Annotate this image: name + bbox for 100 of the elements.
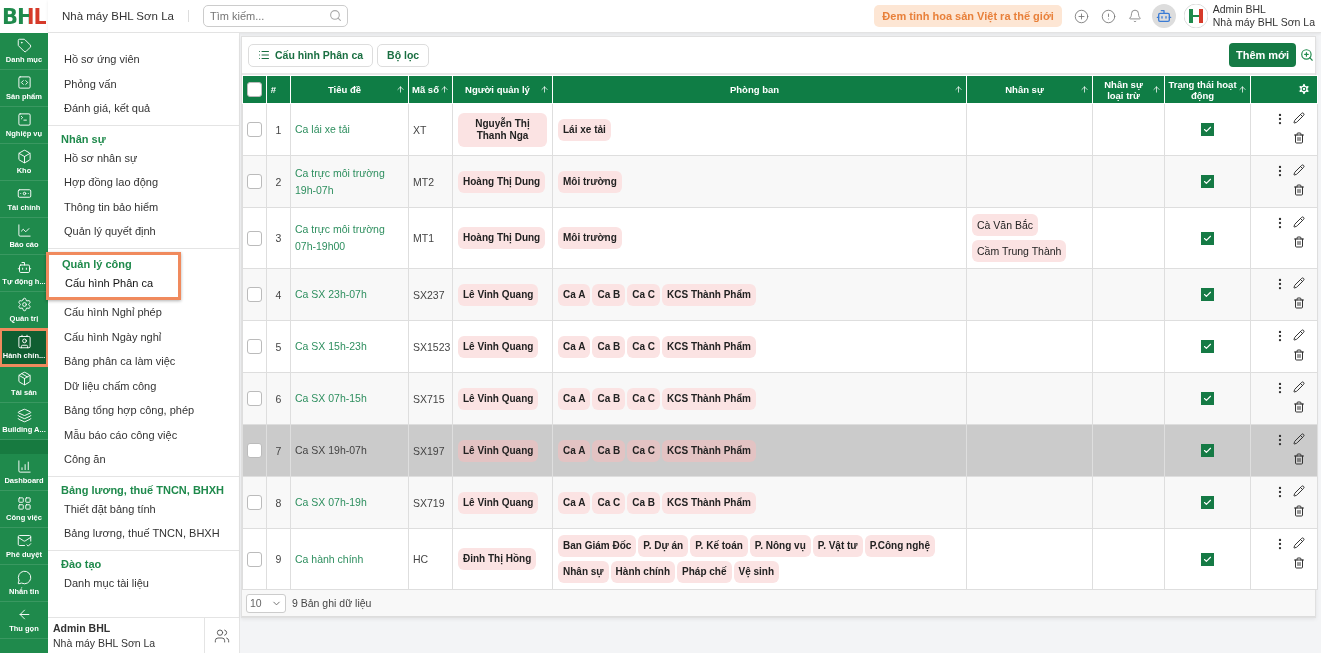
table-row[interactable]: 9 Ca hành chính HC Đinh Thị Hồng Ban Giám Đốc P. Dự án P. Kế toán P. Nông vụ P. Vật tư P.Công nghệ Nhân sự Hành chính Pháp chế Vệ sinh	[242, 528, 1318, 590]
filter-button[interactable]: Bộ lọc	[377, 43, 430, 67]
check-icon	[1203, 394, 1212, 403]
department-tag: Ca A	[558, 335, 591, 358]
zoom-in-icon[interactable]	[1300, 48, 1314, 62]
bell-icon[interactable]	[1127, 9, 1142, 23]
row-checkbox[interactable]	[247, 122, 262, 137]
department-tag: Ca C	[592, 491, 626, 514]
view-button[interactable]: Cấu hình Phân ca	[248, 43, 374, 67]
menu-item[interactable]: Bảng tổng hợp công, phép	[48, 398, 239, 423]
table-row[interactable]: 4 Ca SX 23h-07h SX237 Lê Vinh Quang Ca A Ca B Ca C KCS Thành Phẩm	[242, 268, 1318, 321]
menu-item[interactable]: Cấu hình Phân ca	[49, 270, 178, 295]
menu-item[interactable]: Cấu hình Nghỉ phép	[48, 300, 239, 325]
department-tag: Ca B	[592, 283, 626, 306]
box-icon	[16, 371, 32, 386]
status-checkbox[interactable]	[1201, 340, 1214, 353]
row-checkbox[interactable]	[247, 391, 262, 406]
manager-tag: Đinh Thị Hồng	[458, 548, 537, 570]
money-icon	[16, 186, 32, 201]
alert-icon[interactable]	[1100, 8, 1116, 24]
status-checkbox[interactable]	[1201, 552, 1214, 566]
manager-tag: Lê Vinh Quang	[458, 283, 539, 306]
menu-item[interactable]: Hợp đồng lao động	[48, 170, 239, 195]
settings-icon[interactable]	[1297, 81, 1311, 96]
status-checkbox[interactable]	[1201, 231, 1214, 245]
sort-icon[interactable]	[440, 85, 449, 94]
column-header[interactable]: Trạng thái hoạt động	[1164, 75, 1251, 104]
sort-icon[interactable]	[954, 85, 963, 94]
status-checkbox[interactable]	[1201, 392, 1214, 405]
table-row[interactable]: 5 Ca SX 15h-23h SX1523 Lê Vinh Quang Ca A Ca B Ca C KCS Thành Phẩm	[242, 320, 1318, 373]
status-checkbox[interactable]	[1201, 175, 1214, 188]
table-row[interactable]: 8 Ca SX 07h-19h SX719 Lê Vinh Quang Ca A Ca C Ca B KCS Thành Phẩm	[242, 476, 1318, 529]
column-header[interactable]: Người quản lý	[452, 75, 553, 104]
check-icon	[1203, 554, 1212, 564]
company-name: Nhà máy BHL Sơn La	[62, 10, 189, 22]
manager-tag: Lê Vinh Quang	[458, 491, 539, 514]
menu-item[interactable]: Hồ sơ nhân sự	[48, 145, 239, 170]
status-checkbox[interactable]	[1201, 288, 1214, 301]
select-all-checkbox[interactable]	[247, 82, 262, 97]
robot-icon[interactable]	[1151, 4, 1176, 28]
sort-icon[interactable]	[1080, 85, 1089, 94]
table-row[interactable]: 7 Ca SX 19h-07h SX197 Lê Vinh Quang Ca A Ca B Ca C KCS Thành Phẩm	[242, 424, 1318, 477]
row-number: 9	[275, 553, 282, 565]
grid-icon	[16, 496, 32, 511]
sort-icon[interactable]	[540, 85, 549, 94]
column-header[interactable]: Mã số	[408, 75, 453, 104]
row-number: 4	[275, 288, 282, 301]
sort-icon[interactable]	[396, 85, 405, 94]
row-checkbox[interactable]	[247, 495, 262, 510]
table-row[interactable]: 1 Ca lái xe tải XT Nguyễn Thị Thanh Nga Lái xe tải	[242, 103, 1318, 156]
status-checkbox[interactable]	[1201, 444, 1214, 457]
code-icon	[16, 75, 32, 90]
sort-icon[interactable]	[1238, 85, 1247, 94]
add-button[interactable]: Thêm mới	[1228, 43, 1296, 67]
row-checkbox[interactable]	[247, 287, 262, 302]
menu-item[interactable]: Công ăn	[48, 447, 239, 472]
menu-item[interactable]: Bảng lương, thuế TNCN, BHXH	[48, 521, 239, 546]
check-icon	[1203, 233, 1212, 243]
status-checkbox[interactable]	[1201, 496, 1214, 509]
menu-item[interactable]: Danh mục tài liệu	[48, 570, 239, 595]
row-checkbox[interactable]	[247, 443, 262, 458]
menu-item[interactable]: Dữ liệu chấm công	[48, 373, 239, 398]
manager-tag: Lê Vinh Quang	[458, 439, 539, 462]
table-row[interactable]: 3 Ca trực môi trường 07h-19h00 MT1 Hoàng Thị Dung Môi trường Cà Văn Bắc Cầm Trung Thành	[242, 207, 1318, 269]
menu-item[interactable]: Cấu hình Ngày nghỉ	[48, 324, 239, 349]
shift-code: MT1	[413, 232, 434, 244]
tag-icon	[16, 38, 32, 53]
menu-item[interactable]: Hồ sơ ứng viên	[48, 47, 239, 72]
menu-item[interactable]: Bảng phân ca làm việc	[48, 349, 239, 374]
column-header[interactable]: Phòng ban	[552, 75, 967, 104]
slogan-badge: Đem tinh hoa sản Việt ra thế giới	[874, 5, 1062, 27]
row-number: 3	[275, 232, 282, 244]
row-checkbox[interactable]	[247, 174, 262, 189]
shift-code: SX715	[413, 392, 445, 405]
status-checkbox[interactable]	[1201, 123, 1214, 136]
menu-item[interactable]: Quản lý quyết định	[48, 219, 239, 244]
row-number: 8	[275, 496, 282, 509]
table-row[interactable]: 2 Ca trực môi trường 19h-07h MT2 Hoàng Thị Dung Môi trường	[242, 155, 1318, 208]
page-size-select[interactable]: 10	[246, 593, 286, 613]
department-tag: Nhân sự	[558, 561, 609, 583]
sort-icon[interactable]	[1152, 85, 1161, 94]
column-header[interactable]: Nhân sự	[966, 75, 1093, 104]
avatar-icon[interactable]	[1183, 4, 1208, 28]
menu-item[interactable]: Phỏng vấn	[48, 71, 239, 96]
row-checkbox[interactable]	[247, 551, 262, 567]
department-tag: Ca B	[592, 439, 626, 462]
menu-item[interactable]: Thiết đặt bảng tính	[48, 496, 239, 521]
menu-item[interactable]: Mẫu báo cáo công việc	[48, 422, 239, 447]
row-checkbox[interactable]	[247, 230, 262, 246]
manager-tag: Hoàng Thị Dung	[458, 227, 546, 249]
table-row[interactable]: 6 Ca SX 07h-15h SX715 Lê Vinh Quang Ca A Ca B Ca C KCS Thành Phẩm	[242, 372, 1318, 425]
column-header[interactable]: Tiêu đề	[290, 75, 409, 104]
menu-item[interactable]: Thông tin bảo hiểm	[48, 194, 239, 219]
add-icon[interactable]	[1073, 8, 1089, 24]
search-field[interactable]: Tìm kiếm...	[202, 5, 348, 27]
column-header[interactable]: Nhân sự loại trừ	[1092, 75, 1165, 104]
shift-code: SX197	[413, 444, 445, 457]
menu-item[interactable]: Đánh giá, kết quả	[48, 96, 239, 121]
row-checkbox[interactable]	[247, 339, 262, 354]
list-icon	[258, 49, 270, 61]
